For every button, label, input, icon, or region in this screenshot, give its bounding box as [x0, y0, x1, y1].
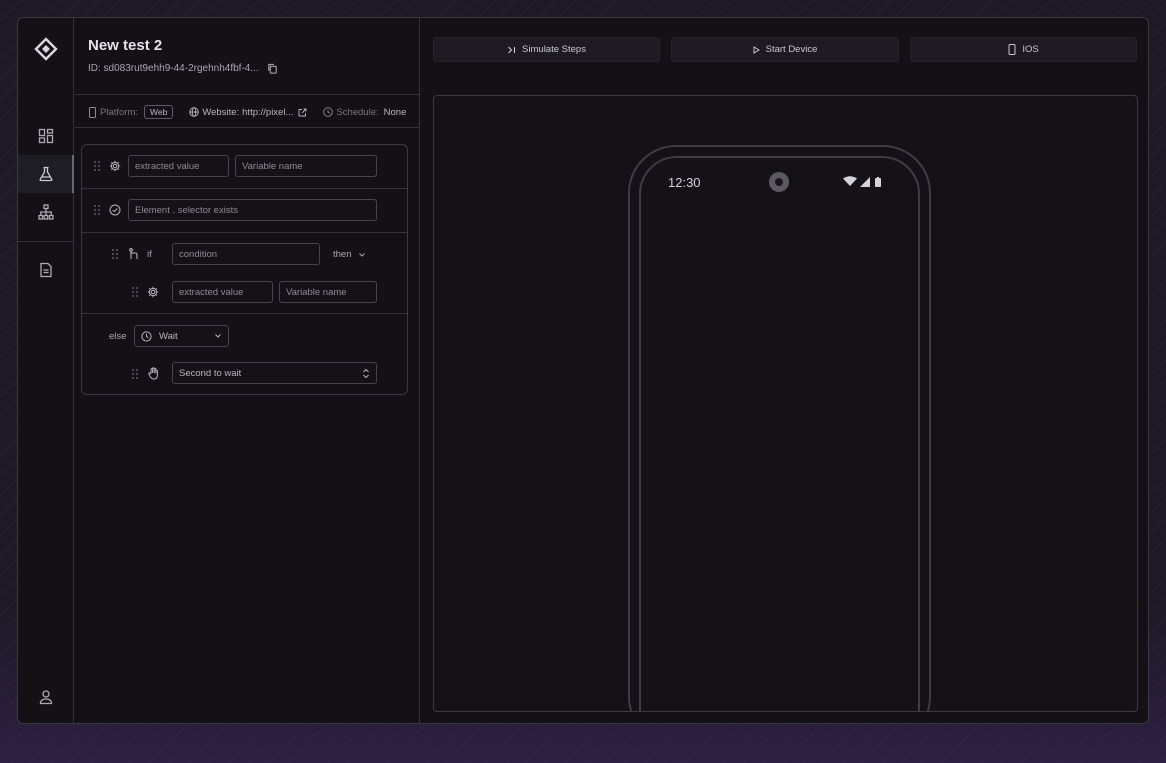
- condition-placeholder: condition: [179, 248, 218, 260]
- phone-icon: [89, 106, 96, 118]
- variable-name-placeholder: Variable name: [242, 160, 303, 172]
- condition-field[interactable]: condition: [172, 243, 320, 265]
- nav-rail: [18, 18, 74, 723]
- drag-handle-icon[interactable]: [93, 160, 101, 172]
- phone-frame: 12:30: [628, 145, 931, 711]
- website-label: Website:: [202, 106, 240, 118]
- start-device-button[interactable]: Start Device: [671, 37, 899, 62]
- platform-info: Platform: Web: [88, 105, 174, 119]
- hierarchy-icon: [37, 204, 54, 220]
- inner-extracted-value-field[interactable]: extracted value: [172, 281, 273, 303]
- wifi-icon: [843, 176, 857, 186]
- if-label: if: [147, 249, 152, 260]
- globe-icon: [189, 107, 200, 117]
- status-icons: [843, 176, 881, 187]
- schedule-info: Schedule: None: [323, 107, 406, 118]
- platform-label: Platform:: [100, 106, 139, 118]
- clock-icon: [323, 107, 334, 117]
- camera-icon: [769, 172, 789, 192]
- extracted-value-placeholder: extracted value: [135, 160, 200, 172]
- assertion-field[interactable]: Element . selector exists: [128, 199, 377, 221]
- document-icon: [39, 262, 52, 278]
- test-title: New test 2: [88, 37, 163, 54]
- start-device-label: Start Device: [765, 44, 818, 55]
- signal-icon: [860, 177, 870, 187]
- hand-icon: [148, 367, 158, 380]
- app-window: New test 2 ID: sd083rut9ehh9-44-2rgehnh4…: [17, 17, 1149, 724]
- second-to-wait-text: Second to wait: [179, 367, 242, 379]
- schedule-value: None: [383, 106, 407, 118]
- nav-profile-button[interactable]: [18, 678, 73, 716]
- nav-tests-button[interactable]: [18, 155, 74, 193]
- device-viewport: 12:30: [433, 95, 1138, 712]
- then-dropdown[interactable]: then: [333, 249, 366, 260]
- step-divider: [82, 313, 407, 314]
- step-divider: [82, 232, 407, 233]
- test-id: ID: sd083rut9ehh9-44-2rgehnh4fbf-4...: [88, 63, 278, 74]
- play-icon: [753, 45, 760, 54]
- dashboard-icon: [38, 128, 53, 144]
- flask-icon: [38, 166, 53, 182]
- assertion-text: Element . selector exists: [135, 204, 238, 216]
- copy-icon[interactable]: [267, 63, 278, 74]
- platform-badge: Web: [144, 105, 174, 119]
- inner-extracted-value-placeholder: extracted value: [179, 286, 244, 298]
- nav-flows-button[interactable]: [18, 193, 73, 231]
- battery-icon: [875, 178, 881, 187]
- drag-handle-icon[interactable]: [93, 204, 101, 216]
- skip-forward-icon: [508, 46, 516, 53]
- then-label: then: [333, 249, 352, 260]
- website-info: Website: http://pixel...: [189, 107, 307, 118]
- drag-handle-icon[interactable]: [111, 248, 119, 260]
- device-label: IOS: [1022, 44, 1039, 55]
- else-action-value: Wait: [141, 331, 178, 342]
- inner-variable-name-field[interactable]: Variable name: [279, 281, 377, 303]
- inner-variable-name-placeholder: Variable name: [286, 286, 347, 298]
- chevron-down-icon: [358, 252, 365, 257]
- simulate-steps-label: Simulate Steps: [522, 44, 586, 55]
- step-divider: [82, 188, 407, 189]
- panel-divider: [75, 94, 420, 95]
- check-circle-icon: [109, 204, 121, 216]
- extracted-value-field[interactable]: extracted value: [128, 155, 229, 177]
- test-id-text: ID: sd083rut9ehh9-44-2rgehnh4fbf-4...: [88, 63, 259, 74]
- else-label: else: [109, 331, 127, 342]
- nav-docs-button[interactable]: [18, 251, 73, 289]
- nav-dashboard-button[interactable]: [18, 117, 73, 155]
- user-icon: [39, 690, 52, 705]
- test-meta: Platform: Web Website: http://pixel... S…: [88, 105, 413, 119]
- schedule-label: Schedule:: [336, 106, 379, 118]
- device-select-button[interactable]: IOS: [910, 37, 1137, 62]
- phone-icon: [1008, 44, 1016, 55]
- variable-name-field[interactable]: Variable name: [235, 155, 377, 177]
- else-action-select[interactable]: Wait: [134, 325, 229, 347]
- gear-icon: [109, 160, 121, 172]
- website-value: http://pixel...: [242, 106, 294, 118]
- simulate-steps-button[interactable]: Simulate Steps: [433, 37, 660, 62]
- second-to-wait-field[interactable]: Second to wait: [172, 362, 377, 384]
- else-action-label: Wait: [159, 330, 178, 342]
- external-link-icon[interactable]: [298, 108, 307, 117]
- branch-icon: [129, 248, 138, 259]
- chevron-down-icon: [215, 334, 221, 338]
- phone-screen[interactable]: 12:30: [639, 156, 920, 711]
- logo-icon[interactable]: [34, 37, 58, 61]
- clock-icon: [141, 330, 152, 342]
- chevron-up-down-icon: [363, 368, 369, 378]
- gear-icon: [147, 286, 159, 298]
- rail-divider: [18, 241, 73, 242]
- drag-handle-icon[interactable]: [131, 286, 139, 298]
- status-bar-clock: 12:30: [668, 175, 701, 190]
- panel-divider-2: [75, 127, 420, 128]
- drag-handle-icon[interactable]: [131, 368, 139, 380]
- steps-card: extracted value Variable name Element . …: [81, 144, 408, 395]
- test-panel: New test 2 ID: sd083rut9ehh9-44-2rgehnh4…: [75, 18, 420, 723]
- device-area: Simulate Steps Start Device IOS 12:30: [421, 18, 1148, 723]
